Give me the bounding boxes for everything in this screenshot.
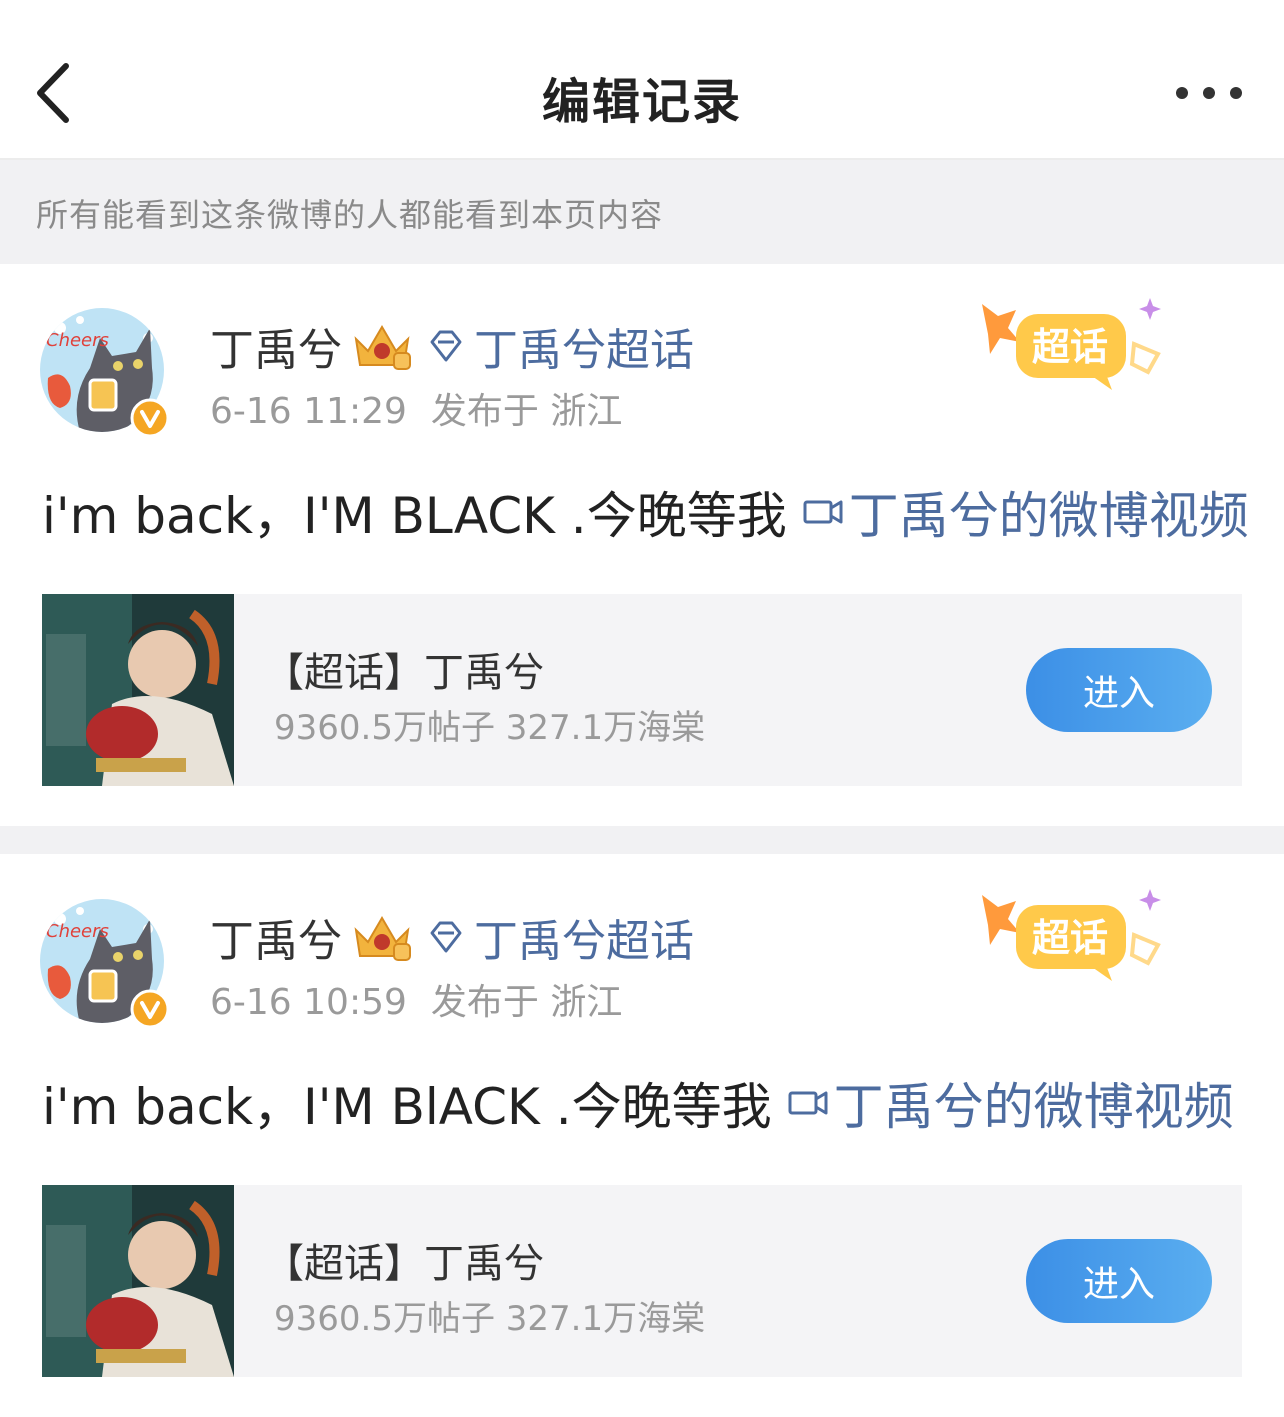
verified-badge-icon (130, 989, 170, 1029)
video-link[interactable]: 丁禹兮的微博视频 (803, 476, 1249, 548)
super-topic-card[interactable]: 【超话】丁禹兮 9360.5万帖子 327.1万海棠 进入 (42, 1185, 1242, 1377)
page-title: 编辑记录 (541, 74, 742, 130)
enter-button[interactable]: 进入 (1026, 648, 1212, 732)
author-row: 丁禹兮 丁禹兮超话 (210, 907, 694, 967)
post-body-text: i'm back，I'M BLACK .今晚等我 (42, 487, 787, 545)
super-topic-link[interactable]: 丁禹兮超话 (474, 314, 694, 378)
diamond-icon (430, 921, 462, 953)
super-topic-badge-text: 超话 (1032, 325, 1108, 369)
post-separator (0, 826, 1284, 854)
card-stats: 9360.5万帖子 327.1万海棠 (274, 1299, 706, 1339)
card-title: 【超话】丁禹兮 (264, 1241, 544, 1287)
card-stats: 9360.5万帖子 327.1万海棠 (274, 708, 706, 748)
author-row: 丁禹兮 丁禹兮超话 (210, 316, 694, 376)
post-time: 6-16 11:29 (210, 391, 407, 432)
navigation-bar: 编辑记录 (0, 0, 1284, 160)
video-camera-icon (788, 1091, 828, 1115)
visibility-notice: 所有能看到这条微博的人都能看到本页内容 (0, 160, 1284, 264)
topic-cover-image (42, 1185, 234, 1377)
post-time: 6-16 10:59 (210, 982, 407, 1023)
video-camera-icon (803, 500, 843, 524)
edit-record-post: Cheers 丁禹兮 丁禹兮超话 6-16 10:59 发布于 浙江 超话 i'm… (0, 855, 1284, 1417)
super-topic-link[interactable]: 丁禹兮超话 (474, 905, 694, 969)
topic-cover-image (42, 594, 234, 786)
post-body-text: i'm back，I'M BlACK .今晚等我 (42, 1078, 772, 1136)
more-dots-icon[interactable] (1174, 84, 1244, 102)
post-meta: 6-16 11:29 发布于 浙江 (210, 382, 622, 434)
super-topic-badge-text: 超话 (1032, 916, 1108, 960)
edit-record-post: Cheers 丁禹兮 丁禹兮超话 6-16 11:29 发布于 浙江 超话 i'm… (0, 264, 1284, 826)
post-location: 发布于 浙江 (430, 391, 623, 432)
svg-text:Cheers: Cheers (46, 330, 109, 351)
card-title: 【超话】丁禹兮 (264, 650, 544, 696)
enter-button[interactable]: 进入 (1026, 1239, 1212, 1323)
verified-badge-icon (130, 398, 170, 438)
super-topic-badge-icon[interactable]: 超话 (972, 294, 1182, 394)
crown-level-icon (354, 916, 411, 961)
crown-level-icon (354, 325, 411, 370)
avatar[interactable]: Cheers (40, 899, 170, 1029)
super-topic-badge-icon[interactable]: 超话 (972, 885, 1182, 985)
author-name[interactable]: 丁禹兮 (210, 905, 342, 969)
avatar[interactable]: Cheers (40, 308, 170, 438)
diamond-icon (430, 330, 462, 362)
author-name[interactable]: 丁禹兮 (210, 314, 342, 378)
post-location: 发布于 浙江 (430, 982, 623, 1023)
video-link-text: 丁禹兮的微博视频 (848, 487, 1249, 545)
visibility-notice-text: 所有能看到这条微博的人都能看到本页内容 (36, 196, 664, 234)
post-text: i'm back，I'M BLACK .今晚等我 丁禹兮的微博视频 (42, 476, 1249, 548)
super-topic-card[interactable]: 【超话】丁禹兮 9360.5万帖子 327.1万海棠 进入 (42, 594, 1242, 786)
video-link-text: 丁禹兮的微博视频 (833, 1078, 1234, 1136)
svg-text:Cheers: Cheers (46, 921, 109, 942)
post-text: i'm back，I'M BlACK .今晚等我 丁禹兮的微博视频 (42, 1067, 1234, 1139)
post-meta: 6-16 10:59 发布于 浙江 (210, 973, 622, 1025)
video-link[interactable]: 丁禹兮的微博视频 (788, 1067, 1234, 1139)
